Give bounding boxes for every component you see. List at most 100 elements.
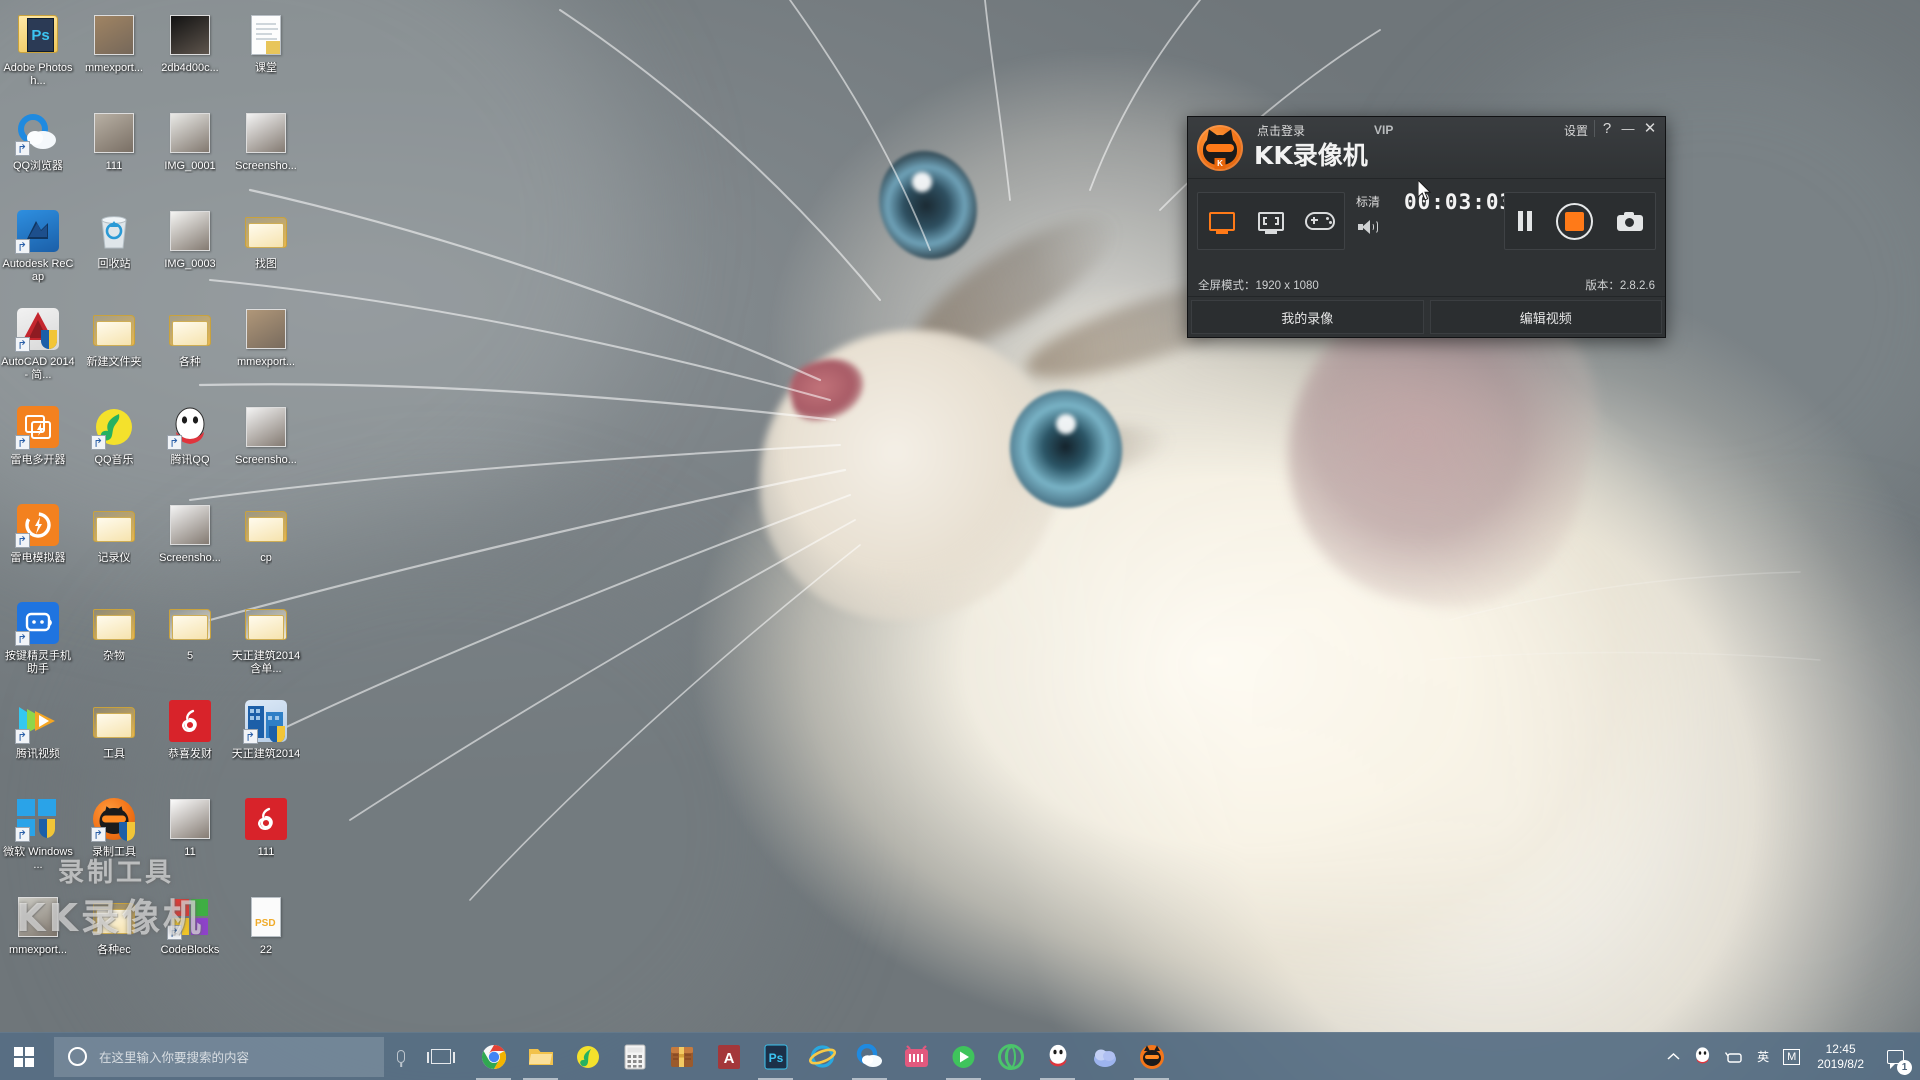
my-recordings-button[interactable]: 我的录像: [1191, 300, 1424, 334]
vip-badge[interactable]: VIP: [1374, 123, 1393, 137]
desktop-icon[interactable]: 腾讯视频: [0, 692, 76, 790]
close-button[interactable]: ✕: [1640, 119, 1660, 139]
desktop-icon-label: CodeBlocks: [160, 944, 220, 956]
task-view-icon[interactable]: [418, 1049, 464, 1064]
desktop-icon[interactable]: 天正建筑2014: [228, 692, 304, 790]
desktop-icon[interactable]: mmexport...: [76, 6, 152, 104]
desktop-icon[interactable]: CodeBlocks: [152, 888, 228, 986]
desktop-icon[interactable]: mmexport...: [228, 300, 304, 398]
image-thumbnail-icon: [167, 502, 213, 548]
kk-recorder-window[interactable]: K 点击登录 VIP KK录像机 设置 ? — ✕ 标清 00:03:03 全屏…: [1187, 116, 1666, 338]
kk-footer[interactable]: 我的录像 编辑视频: [1188, 296, 1665, 337]
record-mode-group[interactable]: [1197, 192, 1345, 250]
taskbar-pinned-apps[interactable]: A Ps: [470, 1033, 1175, 1080]
taskbar-app-winrar[interactable]: [658, 1033, 705, 1080]
desktop-icon[interactable]: 111: [228, 790, 304, 888]
settings-button[interactable]: 设置: [1564, 122, 1588, 139]
taskbar-app-bilibili[interactable]: [893, 1033, 940, 1080]
document-icon: [243, 12, 289, 58]
desktop-icon[interactable]: AutoCAD 2014 - 简...: [0, 300, 76, 398]
edit-video-button[interactable]: 编辑视频: [1429, 300, 1662, 334]
desktop-icon[interactable]: IMG_0003: [152, 202, 228, 300]
action-center-icon[interactable]: 1: [1874, 1033, 1916, 1080]
chevron-up-icon[interactable]: [1660, 1033, 1687, 1080]
taskbar-app-chrome[interactable]: [470, 1033, 517, 1080]
game-mode-button[interactable]: [1301, 205, 1339, 237]
desktop-icon[interactable]: mmexport...: [0, 888, 76, 986]
desktop-icon[interactable]: QQ浏览器: [0, 104, 76, 202]
desktop-icon[interactable]: 腾讯QQ: [152, 398, 228, 496]
desktop-icon[interactable]: 按键精灵手机助手: [0, 594, 76, 692]
desktop-icon[interactable]: 5: [152, 594, 228, 692]
desktop-icon[interactable]: 各种ec: [76, 888, 152, 986]
speaker-icon[interactable]: [1358, 219, 1378, 235]
desktop-icon[interactable]: 找图: [228, 202, 304, 300]
desktop-icon[interactable]: 课堂: [228, 6, 304, 104]
search-input[interactable]: 在这里输入你要搜索的内容: [54, 1036, 384, 1077]
desktop-icon[interactable]: 恭喜发财: [152, 692, 228, 790]
ldmultiplayer-icon: [15, 404, 61, 450]
desktop-icon[interactable]: 回收站: [76, 202, 152, 300]
taskbar-app-calculator[interactable]: [611, 1033, 658, 1080]
desktop-icon[interactable]: cp: [228, 496, 304, 594]
start-button[interactable]: [0, 1033, 48, 1080]
desktop-icon[interactable]: 111: [76, 104, 152, 202]
desktop-icon[interactable]: 微软 Windows ...: [0, 790, 76, 888]
desktop-icon[interactable]: 雷电模拟器: [0, 496, 76, 594]
tencent-qq-tray-icon[interactable]: [1687, 1033, 1718, 1080]
desktop-icon-grid[interactable]: Ps Adobe Photosh... mmexport... 2db4d00c...…: [0, 6, 304, 986]
desktop-icon[interactable]: IMG_0001: [152, 104, 228, 202]
desktop-icon[interactable]: 记录仪: [76, 496, 152, 594]
minimize-button[interactable]: —: [1618, 119, 1638, 139]
taskbar-app-internet-explorer[interactable]: [799, 1033, 846, 1080]
taskbar-app-access[interactable]: A: [705, 1033, 752, 1080]
taskbar[interactable]: 在这里输入你要搜索的内容 A Ps 英 M 12:45 2019/8/2 1: [0, 1032, 1920, 1080]
fullscreen-mode-button[interactable]: [1203, 205, 1241, 237]
taskbar-app-tencent-qq[interactable]: [1034, 1033, 1081, 1080]
desktop-icon[interactable]: 天正建筑2014含单...: [228, 594, 304, 692]
taskbar-app-360-browser[interactable]: [987, 1033, 1034, 1080]
snapshot-button[interactable]: [1617, 211, 1644, 231]
desktop-icon[interactable]: 录制工具: [76, 790, 152, 888]
desktop-icon[interactable]: Screensho...: [152, 496, 228, 594]
desktop-icon[interactable]: Screensho...: [228, 104, 304, 202]
language-indicator[interactable]: 英: [1750, 1033, 1776, 1080]
desktop-icon[interactable]: 工具: [76, 692, 152, 790]
microphone-icon[interactable]: [384, 1050, 418, 1063]
desktop-icon-label: 按键精灵手机助手: [5, 650, 71, 675]
taskbar-app-qq-browser[interactable]: [846, 1033, 893, 1080]
recording-controls[interactable]: [1504, 192, 1656, 250]
desktop-icon[interactable]: Screensho...: [228, 398, 304, 496]
recording-timer: 00:03:03: [1404, 190, 1514, 214]
system-tray[interactable]: 英 M 12:45 2019/8/2 1: [1660, 1033, 1920, 1080]
desktop-icon[interactable]: Ps Adobe Photosh...: [0, 6, 76, 104]
taskbar-app-cloud-app[interactable]: [1081, 1033, 1128, 1080]
taskbar-app-tencent-video[interactable]: [940, 1033, 987, 1080]
desktop-icon[interactable]: 雷电多开器: [0, 398, 76, 496]
desktop-icon[interactable]: 新建文件夹: [76, 300, 152, 398]
taskbar-app-kk-recorder[interactable]: [1128, 1033, 1175, 1080]
desktop-icon[interactable]: 11: [152, 790, 228, 888]
quality-selector[interactable]: 标清: [1356, 195, 1380, 209]
kk-recorder-icon: [91, 796, 137, 842]
input-method-icon[interactable]: [1718, 1033, 1750, 1080]
desktop-icon[interactable]: 杂物: [76, 594, 152, 692]
desktop-icon[interactable]: PSD 22: [228, 888, 304, 986]
desktop-icon[interactable]: 各种: [152, 300, 228, 398]
kk-titlebar[interactable]: K 点击登录 VIP KK录像机 设置 ? — ✕: [1188, 117, 1665, 179]
qq-browser-icon: [15, 110, 61, 156]
pause-button[interactable]: [1517, 211, 1533, 231]
help-button[interactable]: ?: [1597, 119, 1617, 139]
clock[interactable]: 12:45 2019/8/2: [1807, 1042, 1874, 1072]
qq-browser-icon: [856, 1043, 884, 1071]
desktop-icon[interactable]: QQ音乐: [76, 398, 152, 496]
ime-mode-icon[interactable]: M: [1776, 1033, 1807, 1080]
desktop-icon[interactable]: 2db4d00c...: [152, 6, 228, 104]
taskbar-app-photoshop[interactable]: Ps: [752, 1033, 799, 1080]
desktop-icon[interactable]: Autodesk ReCap: [0, 202, 76, 300]
stop-button[interactable]: [1556, 202, 1594, 240]
taskbar-app-file-explorer[interactable]: [517, 1033, 564, 1080]
region-mode-button[interactable]: [1252, 205, 1290, 237]
taskbar-app-qq-music[interactable]: [564, 1033, 611, 1080]
kk-recorder-icon: [1138, 1043, 1166, 1071]
